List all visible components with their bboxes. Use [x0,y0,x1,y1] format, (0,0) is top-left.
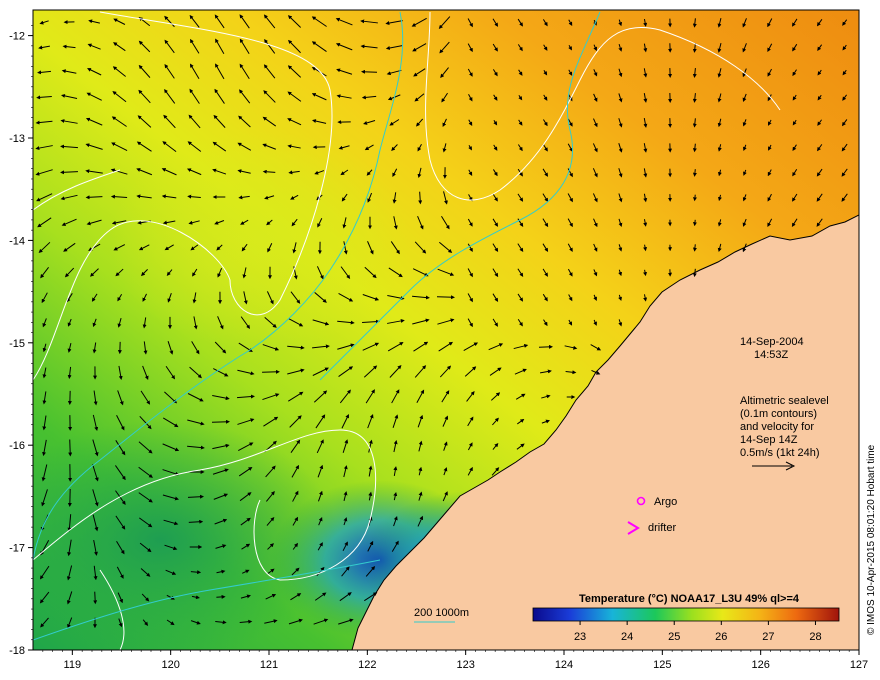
velocity-arrow [418,191,423,205]
argo-label: Argo [654,496,677,508]
velocity-arrow [692,143,697,153]
y-tick-label: -12 [9,31,25,43]
colorbar-tick-label: 28 [809,631,821,643]
sst-map: 119 120 121 122 123 124 125 126 127 -12 -13 -14 -15… [9,9,868,671]
x-tick-label: 125 [653,659,671,671]
x-tick-label: 127 [850,659,868,671]
time-label: 14:53Z [754,349,789,361]
credit-text-wrap: © IMOS 10-Apr-2015 08:01:20 Hobart time [866,444,877,635]
bathy-label: 200 1000m [414,607,469,619]
x-tick-label: 124 [555,659,573,671]
x-axis: 119 120 121 122 123 124 125 126 127 [42,650,868,671]
velocity-arrow [361,69,378,74]
info-line-1: Altimetric sealevel [740,395,829,407]
colorbar-title: Temperature (°C) NOAA17_L3U 49% ql>=4 [579,593,800,605]
y-tick-label: -16 [9,440,25,452]
colorbar-tick-label: 26 [715,631,727,643]
velocity-arrow [188,519,204,524]
y-tick-label: -13 [9,133,25,145]
colorbar-tick-label: 25 [668,631,680,643]
velocity-arrow [692,169,697,177]
velocity-arrow [692,244,697,252]
info-line-2: (0.1m contours) [740,408,817,420]
date-label: 14-Sep-2004 [740,336,804,348]
y-tick-label: -18 [9,645,25,657]
x-tick-label: 120 [161,659,179,671]
velocity-arrow [436,295,455,300]
velocity-arrow [68,439,73,457]
velocity-arrow [692,268,697,278]
y-tick-label: -14 [9,235,25,247]
velocity-arrow [190,570,202,575]
colorbar-tick-label: 23 [574,631,586,643]
info-line-4: 14-Sep 14Z [740,434,798,446]
velocity-arrow [262,169,276,174]
y-tick-label: -17 [9,543,25,555]
x-tick-label: 126 [751,659,769,671]
velocity-arrow [211,419,230,424]
x-tick-label: 121 [260,659,278,671]
x-tick-label: 122 [358,659,376,671]
credit-text: © IMOS 10-Apr-2015 08:01:20 Hobart time [866,444,877,635]
colorbar-tick-label: 27 [762,631,774,643]
colorbar-tick-label: 24 [621,631,633,643]
colorbar-ramp [532,607,840,622]
x-tick-label: 119 [64,659,82,671]
info-line-3: and velocity for [740,421,814,433]
x-tick-label: 123 [456,659,474,671]
drifter-label: drifter [648,522,676,534]
y-axis: -12 -13 -14 -15 -16 -17 -18 [9,25,33,657]
velocity-arrow [93,591,98,605]
y-tick-label: -15 [9,338,25,350]
info-line-5: 0.5m/s (1kt 24h) [740,447,819,459]
